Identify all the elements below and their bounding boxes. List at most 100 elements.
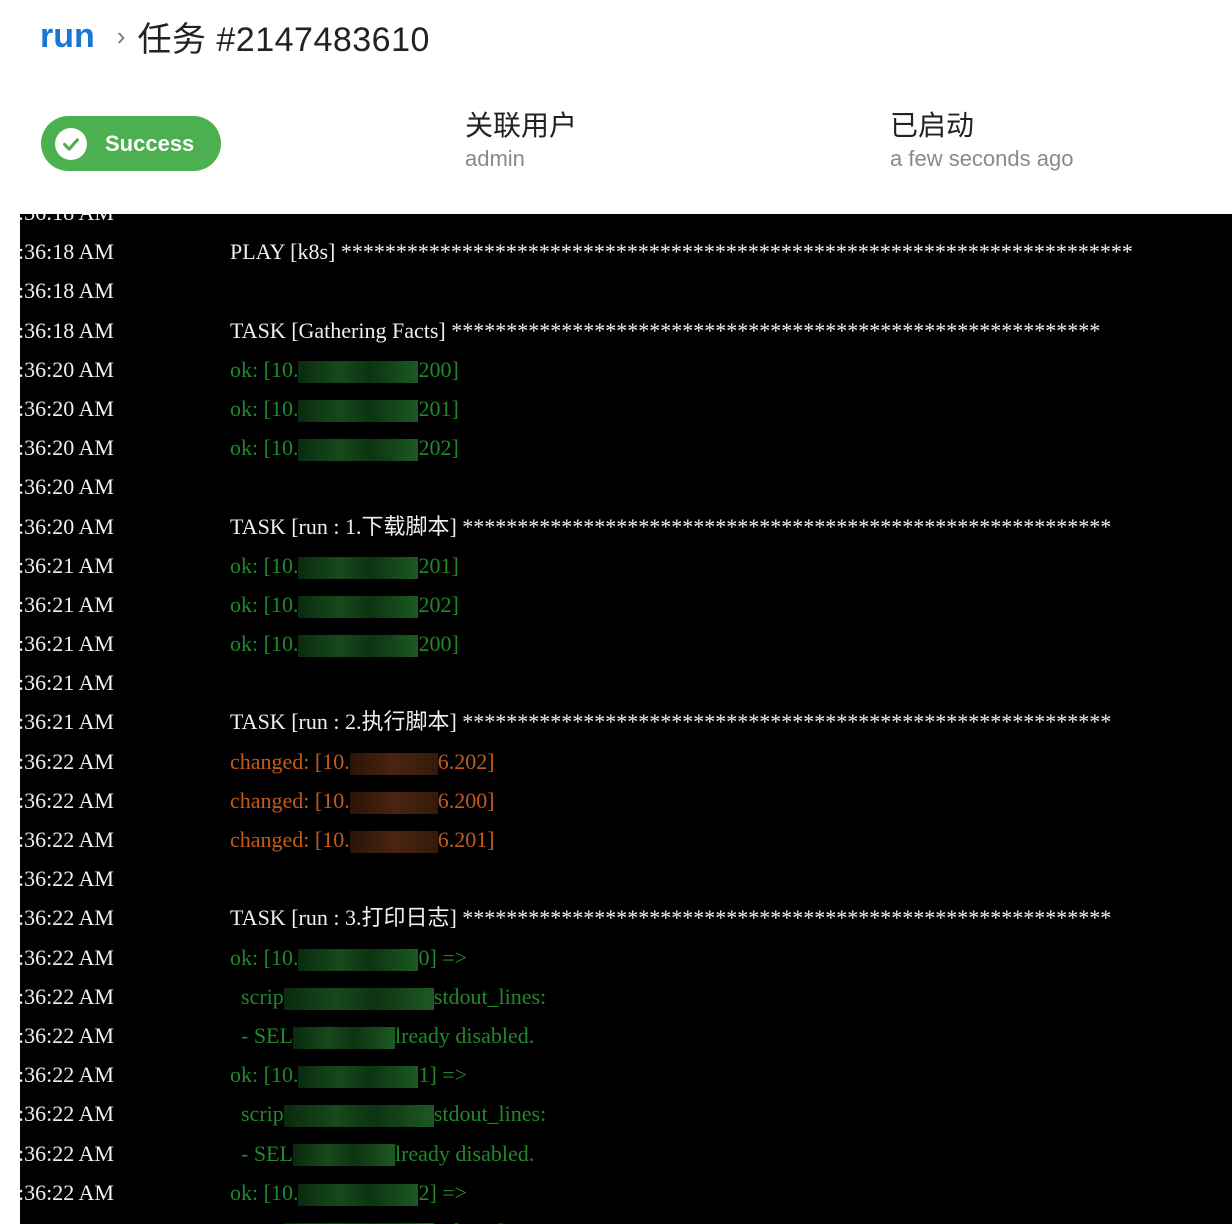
log-message-text: ok: [10. — [230, 1062, 299, 1088]
meta-started-label: 已启动 — [890, 110, 975, 141]
log-message: ok: [10. 0] => — [230, 938, 467, 977]
redacted-ip-block — [298, 556, 419, 579]
log-timestamp: 9:36:22 AM — [20, 748, 114, 774]
log-timestamp: 9:36:20 AM — [20, 513, 114, 539]
redacted-ip-block — [298, 439, 419, 462]
task-detail-page: run › 任务 #2147483610 Success 关联用户 admin … — [0, 0, 1232, 1224]
log-message: scrip stdout_lines: — [230, 977, 546, 1016]
log-timestamp: 9:36:21 AM — [20, 670, 114, 696]
log-message-text: TASK [run : 3.打印日志] ********************… — [230, 905, 1112, 931]
log-message-suffix: 202] — [418, 435, 459, 461]
log-line: 9:36:21 AM ok: [10. 201] — [20, 546, 1232, 585]
log-line: 9:36:22 AM changed: [10. 6.200] — [20, 781, 1232, 820]
log-line: 9:36:22 AM - SEL lready disabled. — [20, 1134, 1232, 1173]
log-message: ok: [10. 1] => — [230, 1055, 467, 1094]
log-message-text: scrip — [230, 1101, 284, 1127]
log-message-suffix: lready disabled. — [394, 1140, 535, 1166]
redacted-ip-block — [298, 1066, 419, 1089]
meta-user-label: 关联用户 — [465, 110, 578, 141]
log-timestamp: 9:36:20 AM — [20, 435, 114, 461]
page-title: 任务 #2147483610 — [137, 20, 430, 59]
log-message-suffix: 200] — [418, 631, 459, 657]
log-message: ok: [10. 201] — [230, 546, 459, 585]
log-line: 9:36:22 AM scrip stdout_lines: — [20, 1212, 1232, 1224]
meta-user-value: admin — [465, 146, 525, 171]
log-message-suffix: 6.202] — [437, 748, 495, 774]
log-message-suffix: 2] => — [418, 1179, 468, 1205]
log-timestamp: 9:36:22 AM — [20, 1062, 114, 1088]
log-timestamp: 9:36:22 AM — [20, 1140, 114, 1166]
log-message: TASK [run : 3.打印日志] ********************… — [230, 898, 1111, 937]
log-timestamp: 9:36:21 AM — [20, 591, 114, 617]
log-line: 9:36:21 AM TASK [run : 2.执行脚本] **********… — [20, 702, 1232, 741]
log-message-suffix: 0] => — [418, 944, 468, 970]
log-line: 9:36:22 AM scrip stdout_lines: — [20, 1094, 1232, 1133]
log-message-text: ok: [10. — [230, 552, 299, 578]
meta-associated-user: 关联用户 admin — [465, 108, 577, 174]
log-timestamp: 9:36:18 AM — [20, 239, 114, 265]
log-timestamp: 9:36:20 AM — [20, 356, 114, 382]
log-message-text: - SEL — [230, 1140, 293, 1166]
log-message: ok: [10. 200] — [230, 350, 459, 389]
log-message: TASK [run : 2.执行脚本] ********************… — [230, 702, 1111, 741]
log-timestamp: 9:36:22 AM — [20, 866, 114, 892]
log-line: 9:36:22 AM scrip stdout_lines: — [20, 977, 1232, 1016]
log-timestamp: 9:36:22 AM — [20, 827, 114, 852]
redacted-ip-block — [349, 791, 438, 814]
log-message-text: TASK [run : 2.执行脚本] ********************… — [230, 709, 1112, 735]
task-output-log[interactable]: 9:36:18 AM 9:36:18 AM PLAY [k8s] *********… — [20, 214, 1232, 1224]
log-message: - SEL lready disabled. — [230, 1016, 534, 1055]
log-timestamp: 9:36:22 AM — [20, 905, 114, 931]
log-timestamp: 9:36:21 AM — [20, 631, 114, 657]
log-message-text: ok: [10. — [230, 356, 299, 382]
log-message-suffix: stdout_lines: — [434, 1219, 546, 1224]
log-message-suffix: 1] => — [418, 1062, 468, 1088]
log-message: ok: [10. 202] — [230, 585, 459, 624]
redacted-ip-block — [298, 635, 419, 658]
log-message-suffix: 6.201] — [437, 827, 495, 852]
log-message-text: ok: [10. — [230, 1179, 299, 1205]
log-timestamp: 9:36:22 AM — [20, 1212, 114, 1224]
log-message-text: TASK [Gathering Facts] *****************… — [230, 317, 1101, 343]
log-line: 9:36:21 AM ok: [10. 200] — [20, 624, 1232, 663]
redacted-ip-block — [292, 1144, 395, 1167]
log-line: 9:36:22 AM changed: [10. 6.201] — [20, 820, 1232, 859]
log-line: 9:36:22 AM ok: [10. 1] => — [20, 1055, 1232, 1094]
log-line: 9:36:20 AM ok: [10. 200] — [20, 350, 1232, 389]
log-timestamp: 9:36:21 AM — [20, 552, 114, 578]
log-message-suffix: 6.200] — [437, 787, 495, 813]
log-line: 9:36:18 AM — [20, 271, 1232, 310]
redacted-ip-block — [298, 360, 419, 383]
redacted-ip-block — [292, 1026, 395, 1049]
log-line: 9:36:20 AM — [20, 467, 1232, 506]
log-timestamp: 9:36:20 AM — [20, 474, 114, 500]
log-message-text: ok: [10. — [230, 944, 299, 970]
chevron-right-icon: › — [116, 20, 126, 51]
redacted-ip-block — [298, 1183, 419, 1206]
log-line: 9:36:22 AM changed: [10. 6.202] — [20, 742, 1232, 781]
log-message: scrip stdout_lines: — [230, 1212, 546, 1224]
status-badge: Success — [41, 116, 221, 171]
breadcrumb: run › 任务 #2147483610 — [40, 14, 430, 59]
redacted-ip-block — [349, 752, 438, 775]
log-message: ok: [10. 2] => — [230, 1173, 467, 1212]
log-line: 9:36:22 AM - SEL lready disabled. — [20, 1016, 1232, 1055]
log-message: ok: [10. 202] — [230, 428, 459, 467]
log-message-suffix: stdout_lines: — [433, 983, 547, 1009]
log-message: changed: [10. 6.200] — [230, 781, 495, 820]
meta-started: 已启动 a few seconds ago — [890, 108, 1073, 174]
log-message: TASK [Gathering Facts] *****************… — [230, 311, 1100, 350]
breadcrumb-parent-link[interactable]: run — [40, 17, 95, 56]
log-lines: 9:36:18 AM 9:36:18 AM PLAY [k8s] *********… — [20, 214, 1232, 1224]
log-message: scrip stdout_lines: — [230, 1094, 546, 1133]
log-message-text: ok: [10. — [230, 395, 299, 421]
log-message: ok: [10. 201] — [230, 389, 459, 428]
redacted-ip-block — [298, 948, 419, 971]
log-timestamp: 9:36:22 AM — [20, 1179, 114, 1205]
log-message-text: - SEL — [230, 1022, 293, 1048]
log-message-text: scrip — [230, 983, 284, 1009]
log-line: 9:36:20 AM TASK [run : 1.下载脚本] **********… — [20, 507, 1232, 546]
log-message-text: ok: [10. — [230, 435, 299, 461]
redacted-ip-block — [298, 399, 419, 422]
log-timestamp: 9:36:22 AM — [20, 1101, 114, 1127]
